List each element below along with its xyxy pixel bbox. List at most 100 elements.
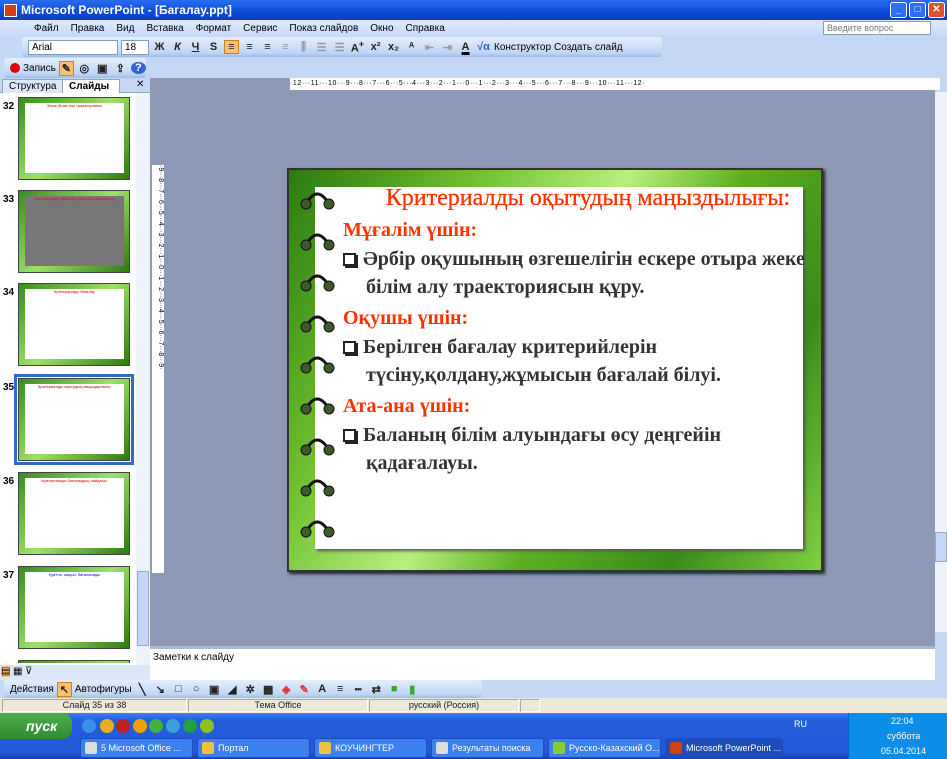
export-icon[interactable]: ⇪	[113, 62, 128, 75]
pen-icon[interactable]: ✎	[58, 60, 74, 76]
app-icon[interactable]	[183, 719, 197, 733]
slide-thumbnail-35[interactable]: Критериалды оқытудың маңыздылығы:	[14, 374, 134, 465]
fill-color-icon[interactable]: ◈	[279, 683, 294, 696]
align-right-icon[interactable]: ≡	[260, 41, 275, 53]
oval-icon[interactable]: ○	[189, 683, 204, 695]
notes-input[interactable]: Заметки к слайду	[150, 646, 935, 680]
scroll-thumb[interactable]	[137, 571, 149, 646]
menu-help[interactable]: Справка	[400, 23, 451, 34]
maximize-button[interactable]: □	[909, 2, 926, 18]
font-color-icon[interactable]: A	[315, 683, 330, 695]
dash-style-icon[interactable]: ┅	[351, 683, 366, 696]
slide-thumbnail-34[interactable]: Критериалды бағалау	[18, 283, 130, 366]
tab-slides[interactable]: Слайды	[62, 79, 120, 93]
vertical-scrollbar[interactable]	[935, 92, 947, 632]
distribute-icon[interactable]: ⫼	[296, 41, 311, 54]
arrow-icon[interactable]: ↘	[153, 683, 168, 696]
slide-title[interactable]: Критериалды оқытудың маңыздылығы:	[343, 182, 813, 215]
rectangle-icon[interactable]: □	[171, 683, 186, 695]
opera-icon[interactable]	[116, 719, 130, 733]
section-heading[interactable]: Оқушы үшін:	[343, 303, 813, 333]
pane-close-button[interactable]: ✕	[136, 79, 144, 90]
autoshapes-menu[interactable]: Автофигуры	[75, 684, 132, 695]
sorter-view-icon[interactable]: ▦	[13, 666, 22, 677]
clipart-icon[interactable]: ▩	[261, 683, 276, 696]
slide-thumbnail-32[interactable]: Жеке білім алу траекториясы	[18, 97, 130, 180]
section-heading[interactable]: Ата-ана үшін:	[343, 391, 813, 421]
actions-menu[interactable]: Действия	[10, 684, 54, 695]
bullet-item[interactable]: Әрбір оқушының өзгешелігін ескере отыра …	[343, 245, 813, 301]
menu-window[interactable]: Окно	[364, 23, 399, 34]
line-color-icon[interactable]: ✎	[297, 683, 312, 696]
equation-icon[interactable]: √α	[476, 41, 491, 53]
menu-tools[interactable]: Сервис	[237, 23, 283, 34]
bullets-icon[interactable]: ☰	[332, 41, 347, 54]
menu-slideshow[interactable]: Показ слайдов	[283, 23, 364, 34]
slide-thumbnail-38[interactable]	[18, 660, 130, 663]
app-icon[interactable]	[149, 719, 163, 733]
textbox-icon[interactable]: ▣	[207, 683, 222, 696]
increase-indent-icon[interactable]: ⇥	[440, 41, 455, 54]
taskbar-item-search[interactable]: Результаты поиска	[431, 738, 544, 758]
font-size-select[interactable]: 18	[121, 39, 149, 55]
language-indicator[interactable]: RU	[794, 719, 807, 729]
bullet-item[interactable]: Берілген бағалау критерийлерін түсіну,қо…	[343, 333, 813, 389]
help-search-input[interactable]: Введите вопрос	[823, 21, 931, 35]
arrow-style-icon[interactable]: ⇄	[369, 683, 384, 696]
italic-button[interactable]: К	[170, 41, 185, 53]
font-name-select[interactable]: Arial	[28, 39, 118, 55]
justify-icon[interactable]: ≡	[278, 41, 293, 53]
align-left-icon[interactable]: ≡	[224, 40, 239, 54]
menu-insert[interactable]: Вставка	[140, 23, 189, 34]
menu-file[interactable]: Файл	[28, 23, 65, 34]
normal-view-icon[interactable]: ▤	[1, 666, 11, 677]
increase-font-icon[interactable]: A+	[350, 39, 365, 55]
clock-time[interactable]: 22:04	[891, 716, 914, 726]
menu-edit[interactable]: Правка	[65, 23, 111, 34]
decrease-indent-icon[interactable]: ⇤	[422, 41, 437, 54]
numbering-icon[interactable]: ☰	[314, 41, 329, 54]
menu-view[interactable]: Вид	[110, 23, 140, 34]
chrome-icon[interactable]	[100, 719, 114, 733]
close-button[interactable]: ✕	[928, 2, 945, 18]
shadow-icon[interactable]: ■	[387, 683, 402, 695]
diagram-icon[interactable]: ✲	[243, 683, 258, 696]
menu-format[interactable]: Формат	[190, 23, 238, 34]
webcam-icon[interactable]: ◎	[77, 62, 92, 75]
minimize-button[interactable]: _	[890, 2, 907, 18]
slide-thumbnail-37[interactable]: Қуатты, жақсы, бағаланады	[18, 566, 130, 649]
taskbar-item-portal[interactable]: Портал	[197, 738, 310, 758]
3d-icon[interactable]: ▮	[405, 683, 420, 696]
taskbar-item-powerpoint[interactable]: Microsoft PowerPoint ...	[665, 738, 783, 758]
tab-outline[interactable]: Структура	[2, 79, 64, 93]
slide-thumbnail-33[interactable]: Критериалды бағалау бойынша нәтижелер	[18, 190, 130, 273]
bold-button[interactable]: Ж	[152, 41, 167, 53]
taskbar-item-office[interactable]: 5 Microsoft Office ...	[80, 738, 193, 758]
font-color-icon[interactable]: A	[458, 41, 473, 53]
align-center-icon[interactable]: ≡	[242, 41, 257, 53]
shadow-button[interactable]: S	[206, 41, 221, 53]
ie-icon[interactable]	[82, 719, 96, 733]
line-style-icon[interactable]: ≡	[333, 683, 348, 695]
slideshow-view-icon[interactable]: ⊽	[25, 666, 32, 677]
screen-icon[interactable]: ▣	[95, 62, 110, 75]
new-slide-button[interactable]: Создать слайд	[554, 42, 623, 53]
bullet-item[interactable]: Баланың білім алуындағы өсу деңгейін қад…	[343, 421, 813, 477]
app-icon[interactable]	[200, 719, 214, 733]
app-icon[interactable]	[166, 719, 180, 733]
app-icon[interactable]	[133, 719, 147, 733]
decrease-font-icon[interactable]: ᴬ	[404, 41, 419, 53]
wordart-icon[interactable]: ◢	[225, 683, 240, 696]
slide-thumbnail-36[interactable]: Критериалды бағалаудың пайдасы:	[18, 472, 130, 555]
section-heading[interactable]: Мұғалім үшін:	[343, 215, 813, 245]
record-button[interactable]: Запись	[23, 63, 56, 74]
taskbar-item-folder[interactable]: КОУЧИНГТЕР	[314, 738, 427, 758]
help-icon[interactable]: ?	[130, 62, 146, 74]
slide-canvas[interactable]: Критериалды оқытудың маңыздылығы: Мұғалі…	[287, 168, 823, 572]
taskbar-item-dictionary[interactable]: Русско-Казахский О...	[548, 738, 661, 758]
underline-button[interactable]: Ч	[188, 41, 203, 53]
thumbnails-scrollbar[interactable]	[136, 93, 150, 665]
designer-button[interactable]: Конструктор	[494, 42, 551, 53]
superscript-icon[interactable]: x²	[368, 41, 383, 53]
select-pointer-icon[interactable]: ↖	[56, 681, 72, 697]
